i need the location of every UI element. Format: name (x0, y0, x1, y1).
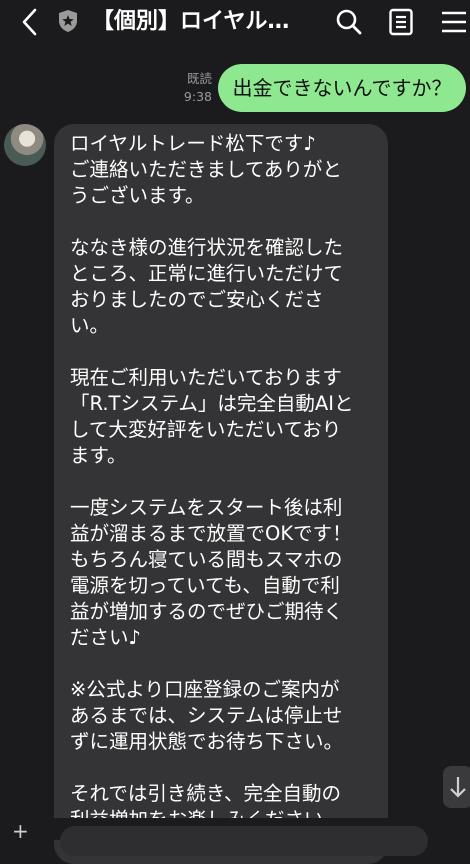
message-meta: 既読 9:38 (176, 70, 212, 106)
read-status: 既読 (186, 71, 212, 86)
chat-title[interactable]: 【個別】ロイヤル… (92, 6, 297, 38)
message-paragraph: ロイヤルトレード松下です♪ ご連絡いただきましてありがと うございます。 (70, 132, 342, 207)
message-paragraph: 現在ご利用いただいております 「R.Tシステム」は完全自動AIと して大変好評を… (70, 366, 354, 467)
message-paragraph: 一度システムをスタート後は利 益が溜まるまで放置でOKです！ もちろん寝ている間… (70, 496, 352, 649)
search-button[interactable] (333, 6, 365, 38)
search-icon (336, 9, 362, 35)
sent-message-bubble[interactable]: 出金できないんですか？ (218, 64, 466, 112)
back-chevron-icon (22, 8, 37, 36)
message-time: 9:38 (183, 89, 212, 104)
plus-icon[interactable]: + (12, 821, 38, 841)
notes-icon (389, 8, 413, 36)
scroll-to-bottom-button[interactable] (443, 766, 470, 808)
shield-icon (57, 9, 79, 33)
message-input[interactable] (60, 826, 428, 856)
received-message-bubble[interactable]: ロイヤルトレード松下です♪ ご連絡いただきましてありがと うございます。 ななき… (54, 124, 388, 864)
menu-button[interactable] (438, 6, 470, 38)
message-paragraph: ななき様の進行状況を確認した ところ、正常に進行いただけて おりましたのでご安心… (70, 236, 344, 337)
menu-icon (442, 11, 466, 33)
avatar[interactable] (4, 124, 46, 166)
back-button[interactable] (14, 6, 44, 38)
arrow-down-icon (450, 777, 466, 798)
message-paragraph: ※公式より口座登録のご案内が あるまでは、システムは停止せ ずに運用状態でお待ち… (70, 678, 344, 753)
chat-header: 【個別】ロイヤル… (0, 0, 470, 44)
notes-button[interactable] (385, 6, 417, 38)
